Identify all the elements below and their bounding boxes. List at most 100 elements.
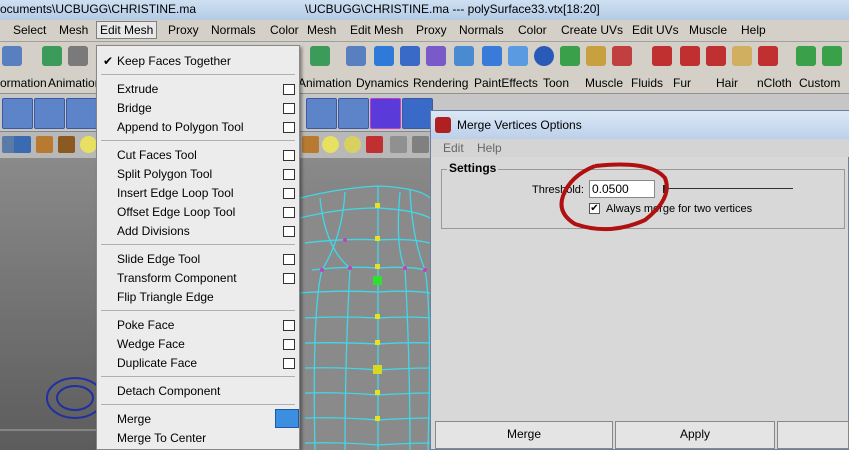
close-button[interactable] <box>777 421 849 449</box>
menu-item[interactable]: Cut Faces Tool <box>117 148 197 162</box>
menu-color[interactable]: Color <box>270 23 299 37</box>
menu-item[interactable]: Extrude <box>117 82 158 96</box>
light-bulb-icon[interactable] <box>344 136 361 153</box>
shelf-tool-icon[interactable] <box>66 98 97 129</box>
cube-icon[interactable] <box>58 136 75 153</box>
menu-item[interactable]: Poke Face <box>117 318 174 332</box>
dialog-menu-help[interactable]: Help <box>477 141 502 155</box>
shelf-tool-icon[interactable] <box>338 98 369 129</box>
menu-item[interactable]: Merge <box>117 412 151 426</box>
menu-item[interactable]: Add Divisions <box>117 224 190 238</box>
tab-painteffects[interactable]: PaintEffects <box>474 76 538 90</box>
option-box-icon[interactable] <box>283 150 295 161</box>
menu-item[interactable]: Wedge Face <box>117 337 185 351</box>
option-box-icon[interactable] <box>283 339 295 350</box>
sphere-icon[interactable] <box>534 46 554 66</box>
magnet-icon[interactable] <box>758 46 778 66</box>
light-bulb-icon[interactable] <box>322 136 339 153</box>
light-bulb-icon[interactable] <box>80 136 97 153</box>
menu-normals-2[interactable]: Normals <box>459 23 504 37</box>
magnet-icon[interactable] <box>652 46 672 66</box>
tab-animation-2[interactable]: Animation <box>298 76 351 90</box>
tool-icon[interactable] <box>42 46 62 66</box>
menu-muscle[interactable]: Muscle <box>689 23 727 37</box>
cube-icon[interactable] <box>366 136 383 153</box>
cube-icon[interactable] <box>412 136 429 153</box>
check-icon[interactable] <box>560 46 580 66</box>
tab-muscle[interactable]: Muscle <box>585 76 623 90</box>
menu-color-2[interactable]: Color <box>518 23 547 37</box>
tool-icon[interactable] <box>482 46 502 66</box>
option-box-icon[interactable] <box>283 103 295 114</box>
shelf-tool-icon[interactable] <box>2 98 33 129</box>
option-box-icon[interactable] <box>283 122 295 133</box>
tab-hair[interactable]: Hair <box>716 76 738 90</box>
dialog-menu-edit[interactable]: Edit <box>443 141 464 155</box>
menu-normals[interactable]: Normals <box>211 23 256 37</box>
menu-item-keep-faces-together[interactable]: Keep Faces Together <box>117 54 231 68</box>
tool-icon[interactable] <box>612 46 632 66</box>
menu-item[interactable]: Duplicate Face <box>117 356 197 370</box>
threshold-slider[interactable] <box>667 188 793 189</box>
menu-proxy-2[interactable]: Proxy <box>416 23 447 37</box>
tab-custom[interactable]: Custom <box>799 76 840 90</box>
option-box-icon[interactable] <box>283 320 295 331</box>
magnet-icon[interactable] <box>680 46 700 66</box>
tab-toon[interactable]: Toon <box>543 76 569 90</box>
cube-icon[interactable] <box>14 136 31 153</box>
tab-animation-cut[interactable]: ormation <box>0 76 47 90</box>
option-box-icon[interactable] <box>283 84 295 95</box>
tab-rendering[interactable]: Rendering <box>413 76 468 90</box>
magnet-icon[interactable] <box>706 46 726 66</box>
menu-mesh-2[interactable]: Mesh <box>307 23 336 37</box>
tool-icon[interactable] <box>2 46 22 66</box>
merge-button[interactable]: Merge <box>435 421 613 449</box>
menu-edit-mesh[interactable]: Edit Mesh <box>96 21 158 39</box>
menu-item[interactable]: Transform Component <box>117 271 237 285</box>
tool-icon[interactable] <box>732 46 752 66</box>
menu-select[interactable]: Select <box>13 23 46 37</box>
menu-item[interactable]: Insert Edge Loop Tool <box>117 186 234 200</box>
plus-icon[interactable] <box>374 46 394 66</box>
menu-item[interactable]: Append to Polygon Tool <box>117 120 244 134</box>
option-box-icon[interactable] <box>283 273 295 284</box>
menu-help[interactable]: Help <box>741 23 766 37</box>
lock-icon[interactable] <box>586 46 606 66</box>
tool-icon[interactable] <box>310 46 330 66</box>
option-box-icon[interactable] <box>283 188 295 199</box>
cube-icon[interactable] <box>36 136 53 153</box>
menu-proxy[interactable]: Proxy <box>168 23 199 37</box>
cube-icon[interactable] <box>302 136 319 153</box>
shelf-tool-icon[interactable] <box>34 98 65 129</box>
menu-create-uvs[interactable]: Create UVs <box>561 23 623 37</box>
menu-item[interactable]: Split Polygon Tool <box>117 167 212 181</box>
menu-item[interactable]: Detach Component <box>117 384 220 398</box>
tool-icon[interactable] <box>400 46 420 66</box>
tool-icon[interactable] <box>346 46 366 66</box>
tool-icon[interactable] <box>796 46 816 66</box>
menu-item[interactable]: Offset Edge Loop Tool <box>117 205 235 219</box>
menu-item[interactable]: Flip Triangle Edge <box>117 290 214 304</box>
option-box-icon[interactable] <box>283 207 295 218</box>
tool-icon[interactable] <box>68 46 88 66</box>
tab-animation[interactable]: Animation <box>48 76 101 90</box>
tool-icon[interactable] <box>426 46 446 66</box>
option-box-icon[interactable] <box>283 226 295 237</box>
option-box-icon[interactable] <box>283 358 295 369</box>
menu-edit-uvs[interactable]: Edit UVs <box>632 23 679 37</box>
cube-icon[interactable] <box>390 136 407 153</box>
tool-icon[interactable] <box>454 46 474 66</box>
tool-icon[interactable] <box>508 46 528 66</box>
cube-icon[interactable] <box>370 98 401 129</box>
menu-mesh[interactable]: Mesh <box>59 23 88 37</box>
menu-item[interactable]: Bridge <box>117 101 152 115</box>
shelf-tool-icon[interactable] <box>306 98 337 129</box>
option-box-icon[interactable] <box>283 169 295 180</box>
menu-item[interactable]: Merge To Center <box>117 431 206 445</box>
menu-item[interactable]: Slide Edge Tool <box>117 252 200 266</box>
menu-edit-mesh-2[interactable]: Edit Mesh <box>350 23 403 37</box>
tab-dynamics[interactable]: Dynamics <box>356 76 409 90</box>
tab-fur[interactable]: Fur <box>673 76 691 90</box>
option-box-icon[interactable] <box>283 254 295 265</box>
tab-fluids[interactable]: Fluids <box>631 76 663 90</box>
